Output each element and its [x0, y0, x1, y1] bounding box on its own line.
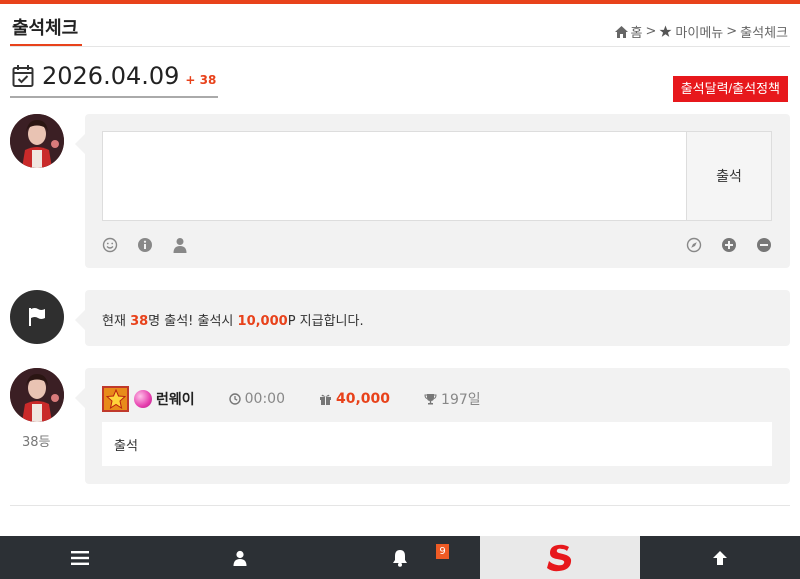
site-logo-icon: [547, 544, 572, 571]
bell-icon: [393, 549, 407, 567]
star-icon: [659, 25, 672, 37]
nav-site-logo-button[interactable]: [480, 536, 640, 579]
menu-icon: [71, 550, 89, 565]
avatar[interactable]: [10, 114, 64, 168]
date-underline: [10, 96, 218, 98]
nav-scroll-top-button[interactable]: [640, 536, 800, 579]
entry-points-value: 40,000: [336, 391, 391, 407]
entry-avatar[interactable]: [10, 368, 64, 422]
notice-middle: 명 출석! 출석시: [148, 314, 238, 329]
entry-meta: 런웨이 00:00 40,000 197일: [102, 386, 481, 412]
emoticon-icon[interactable]: [102, 237, 118, 253]
gift-icon: [320, 394, 331, 405]
entry-days: 197일: [424, 389, 481, 409]
level-badge-icon: [102, 386, 129, 412]
attendance-calendar-button[interactable]: 출석달력/출석정책: [672, 76, 788, 102]
avatar-photo: [10, 114, 64, 168]
header-divider: [10, 46, 790, 47]
arrow-up-icon: [713, 550, 727, 565]
nav-notification-button[interactable]: [320, 536, 480, 579]
notice-attendee-count: 38: [130, 314, 149, 329]
notification-count-badge: 9: [436, 544, 449, 559]
attendance-date: 2026.04.09: [42, 62, 180, 90]
breadcrumb-current: 출석체크: [740, 26, 788, 41]
page-title: 출석체크: [12, 18, 79, 39]
nav-menu-button[interactable]: [0, 536, 160, 579]
compass-icon[interactable]: [686, 237, 702, 253]
attendance-entry: 런웨이 00:00 40,000 197일 출석: [75, 368, 790, 484]
nav-user-button[interactable]: [160, 536, 320, 579]
notice-prefix: 현재: [102, 314, 131, 329]
entry-time-value: 00:00: [244, 391, 285, 407]
clock-icon: [228, 393, 241, 405]
entry-days-value: 197일: [441, 392, 481, 408]
breadcrumb-home[interactable]: 홈: [631, 22, 643, 41]
breadcrumb-my-menu[interactable]: 마이메뉴: [675, 22, 723, 41]
flag-icon: [10, 290, 64, 344]
attendance-notice: 현재 38명 출석! 출석시 10,000P 지급합니다.: [75, 290, 790, 346]
attendance-count-badge: + 38: [185, 73, 217, 87]
calendar-check-icon: [12, 65, 34, 87]
entry-user-name[interactable]: 런웨이: [156, 389, 195, 409]
avatar-photo: [10, 368, 64, 422]
breadcrumb-separator: >: [726, 24, 738, 39]
attendance-date-row: 2026.04.09 + 38: [12, 62, 216, 90]
entry-time: 00:00: [228, 391, 285, 407]
trophy-icon: [424, 394, 437, 405]
user-icon: [233, 550, 247, 566]
home-icon[interactable]: [614, 25, 628, 38]
info-icon[interactable]: [137, 237, 153, 253]
breadcrumb: 홈 > 마이메뉴 > 출석체크: [614, 22, 788, 41]
bottom-nav: [0, 536, 800, 579]
attendance-submit-button[interactable]: 출석: [686, 131, 772, 221]
notice-points: 10,000: [237, 314, 288, 329]
plus-circle-icon[interactable]: [721, 237, 737, 253]
notice-text: 현재 38명 출석! 출석시 10,000P 지급합니다.: [102, 310, 364, 329]
user-icon[interactable]: [172, 237, 188, 253]
entry-points: 40,000: [319, 391, 390, 407]
notice-suffix: P 지급합니다.: [287, 314, 364, 329]
top-accent-bar: [0, 0, 800, 4]
minus-circle-icon[interactable]: [756, 237, 772, 253]
attendance-write-box: 출석: [75, 114, 790, 268]
content-divider: [10, 505, 790, 506]
attendance-message-input[interactable]: [102, 131, 687, 221]
member-grade-icon: [134, 390, 152, 408]
entry-message: 출석: [102, 422, 772, 466]
breadcrumb-separator: >: [645, 24, 657, 39]
entry-rank: 38등: [22, 435, 51, 450]
